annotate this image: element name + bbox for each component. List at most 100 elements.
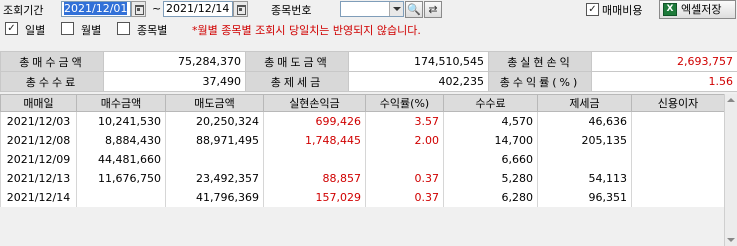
summary-row: 총매수금액 75,284,370 총매도금액 174,510,545 총실현손익… [0, 51, 737, 72]
cell-sell: 20,250,324 [165, 111, 264, 131]
stock-code-label: 종목번호 [271, 4, 312, 17]
cell-return: 0.37 [365, 168, 444, 188]
cell-date: 2021/12/03 [0, 111, 77, 131]
cell-buy: 10,241,530 [76, 111, 166, 131]
summary-table: 총매수금액 75,284,370 총매도금액 174,510,545 총실현손익… [0, 51, 737, 92]
col-sell-amount[interactable]: 매도금액 [165, 94, 264, 112]
cell-date: 2021/12/14 [0, 187, 77, 207]
col-fee[interactable]: 수수료 [443, 94, 538, 112]
cell-pnl: 699,426 [263, 111, 366, 131]
cell-pnl: 88,857 [263, 168, 366, 188]
cell-interest [631, 149, 725, 169]
grid-header: 매매일 매수금액 매도금액 실현손익금 수익률(%) 수수료 제세금 신용이자 [0, 94, 725, 112]
total-fee-value: 37,490 [103, 71, 246, 92]
total-tax-value: 402,235 [348, 71, 489, 92]
cell-return: 2.00 [365, 130, 444, 150]
date-range-separator: ~ [152, 2, 162, 15]
monthly-label: 월별 [81, 24, 102, 37]
cell-tax: 46,636 [537, 111, 632, 131]
date-to-calendar-icon[interactable] [233, 1, 248, 17]
col-return-rate[interactable]: 수익률(%) [365, 94, 444, 112]
by-stock-checkbox[interactable] [117, 22, 130, 35]
cell-buy: 44,481,660 [76, 149, 166, 169]
cell-fee: 6,660 [443, 149, 538, 169]
col-trade-date[interactable]: 매매일 [0, 94, 77, 112]
total-buy-label: 총매수금액 [0, 51, 104, 72]
cell-interest [631, 168, 725, 188]
table-row[interactable]: 2021/12/09 44,481,660 6,660 [0, 149, 725, 169]
date-to-input[interactable]: 2021/12/14 [163, 1, 233, 17]
cell-date: 2021/12/08 [0, 130, 77, 150]
daily-checkbox[interactable]: ✓ [5, 22, 18, 35]
cell-return: 3.57 [365, 111, 444, 131]
total-tax-label: 총제세금 [245, 71, 349, 92]
cell-return: 0.37 [365, 187, 444, 207]
cell-buy: 11,676,750 [76, 168, 166, 188]
cell-interest [631, 130, 725, 150]
chevron-down-icon[interactable] [389, 2, 403, 16]
table-row[interactable]: 2021/12/08 8,884,430 88,971,495 1,748,44… [0, 130, 725, 150]
table-row[interactable]: 2021/12/03 10,241,530 20,250,324 699,426… [0, 111, 725, 131]
options-bar: ✓ 일별 월별 종목별 *월별 종목별 조회시 당일치는 반영되지 않습니다. [0, 19, 737, 39]
notice-text: *월별 종목별 조회시 당일치는 반영되지 않습니다. [192, 24, 421, 37]
date-from-calendar-icon[interactable] [131, 1, 146, 17]
excel-icon: X [663, 3, 677, 16]
cell-pnl: 157,029 [263, 187, 366, 207]
total-sell-value: 174,510,545 [348, 51, 489, 72]
period-label: 조회기간 [3, 4, 44, 17]
total-fee-label: 총수수료 [0, 71, 104, 92]
total-realized-value: 2,693,757 [591, 51, 737, 72]
cell-tax: 205,135 [537, 130, 632, 150]
table-row[interactable]: 2021/12/13 11,676,750 23,492,357 88,857 … [0, 168, 725, 188]
scroll-down-icon[interactable] [725, 234, 737, 246]
excel-save-label: 엑셀저장 [681, 3, 722, 16]
date-from-input[interactable]: 2021/12/01 [61, 1, 131, 17]
trade-grid: 매매일 매수금액 매도금액 실현손익금 수익률(%) 수수료 제세금 신용이자 … [0, 94, 725, 207]
col-buy-amount[interactable]: 매수금액 [76, 94, 166, 112]
cell-interest [631, 111, 725, 131]
col-tax[interactable]: 제세금 [537, 94, 632, 112]
toolbar: 조회기간 2021/12/01 ~ 2021/12/14 종목번호 🔍 ⇄ ✓ … [0, 0, 737, 19]
col-credit-interest[interactable]: 신용이자 [631, 94, 725, 112]
cell-fee: 4,570 [443, 111, 538, 131]
cell-return [365, 149, 444, 169]
total-realized-label: 총실현손익 [488, 51, 592, 72]
grid-vertical-scrollbar[interactable] [724, 94, 737, 246]
cell-buy: 8,884,430 [76, 130, 166, 150]
margin-label: 매매비용 [602, 4, 643, 17]
cell-tax: 54,113 [537, 168, 632, 188]
cell-date: 2021/12/13 [0, 168, 77, 188]
total-return-label: 총수익률(%) [488, 71, 592, 92]
summary-row: 총수수료 37,490 총제세금 402,235 총수익률(%) 1.56 [0, 71, 737, 92]
cell-fee: 14,700 [443, 130, 538, 150]
daily-label: 일별 [25, 24, 46, 37]
cell-pnl: 1,748,445 [263, 130, 366, 150]
total-sell-label: 총매도금액 [245, 51, 349, 72]
cell-sell: 41,796,369 [165, 187, 264, 207]
total-return-value: 1.56 [591, 71, 737, 92]
scroll-up-icon[interactable] [725, 94, 737, 106]
refresh-icon[interactable]: ⇄ [424, 1, 442, 18]
monthly-checkbox[interactable] [61, 22, 74, 35]
stock-code-combo[interactable] [340, 1, 404, 17]
cell-buy [76, 187, 166, 207]
search-icon[interactable]: 🔍 [405, 1, 423, 18]
total-buy-value: 75,284,370 [103, 51, 246, 72]
margin-checkbox[interactable]: ✓ [586, 3, 599, 16]
cell-interest [631, 187, 725, 207]
table-row[interactable]: 2021/12/14 41,796,369 157,029 0.37 6,280… [0, 187, 725, 207]
cell-fee: 5,280 [443, 168, 538, 188]
date-to-value: 2021/12/14 [166, 2, 230, 15]
by-stock-label: 종목별 [137, 24, 168, 37]
cell-sell: 88,971,495 [165, 130, 264, 150]
cell-fee: 6,280 [443, 187, 538, 207]
cell-sell [165, 149, 264, 169]
cell-sell: 23,492,357 [165, 168, 264, 188]
col-realized-pnl[interactable]: 실현손익금 [263, 94, 366, 112]
cell-date: 2021/12/09 [0, 149, 77, 169]
cell-tax: 96,351 [537, 187, 632, 207]
cell-pnl [263, 149, 366, 169]
date-from-value: 2021/12/01 [64, 2, 128, 15]
cell-tax [537, 149, 632, 169]
excel-save-button[interactable]: X 엑셀저장 [659, 0, 736, 19]
